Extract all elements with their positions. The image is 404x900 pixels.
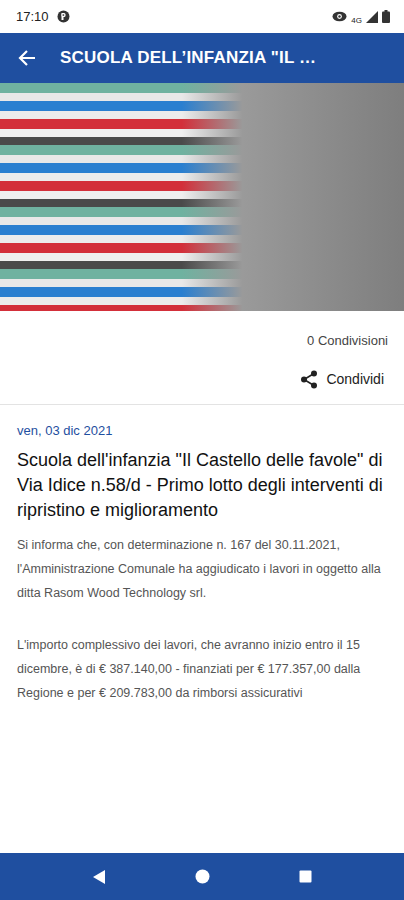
article-title: Scuola dell'infanzia "Il Castello delle …	[0, 440, 404, 523]
status-bar: 17:10 4G	[0, 0, 404, 33]
article-date: ven, 03 dic 2021	[0, 405, 404, 441]
share-icon	[300, 370, 318, 389]
battery-icon	[382, 10, 390, 23]
article-paragraph: Si informa che, con determinazione n. 16…	[0, 523, 404, 605]
recents-square-icon[interactable]	[299, 870, 312, 883]
eye-icon	[332, 11, 347, 22]
article-paragraph: L'importo complessivo dei lavori, che av…	[0, 605, 404, 705]
article-image	[0, 83, 404, 311]
network-type: 4G	[351, 17, 362, 25]
app-bar: SCUOLA DELL’INFANZIA "IL …	[0, 33, 404, 83]
app-title: SCUOLA DELL’INFANZIA "IL …	[60, 45, 316, 71]
share-count: 0 Condivisioni	[307, 311, 404, 351]
clock: 17:10	[16, 7, 49, 27]
system-nav-bar	[0, 853, 404, 900]
home-circle-icon[interactable]	[195, 869, 210, 884]
back-arrow-icon[interactable]	[18, 49, 36, 67]
share-label[interactable]: Condividi	[326, 369, 384, 390]
app-notification-icon	[57, 10, 70, 23]
share-button[interactable]: Condividi	[300, 351, 404, 404]
back-triangle-icon[interactable]	[92, 869, 106, 885]
signal-icon	[366, 11, 378, 23]
